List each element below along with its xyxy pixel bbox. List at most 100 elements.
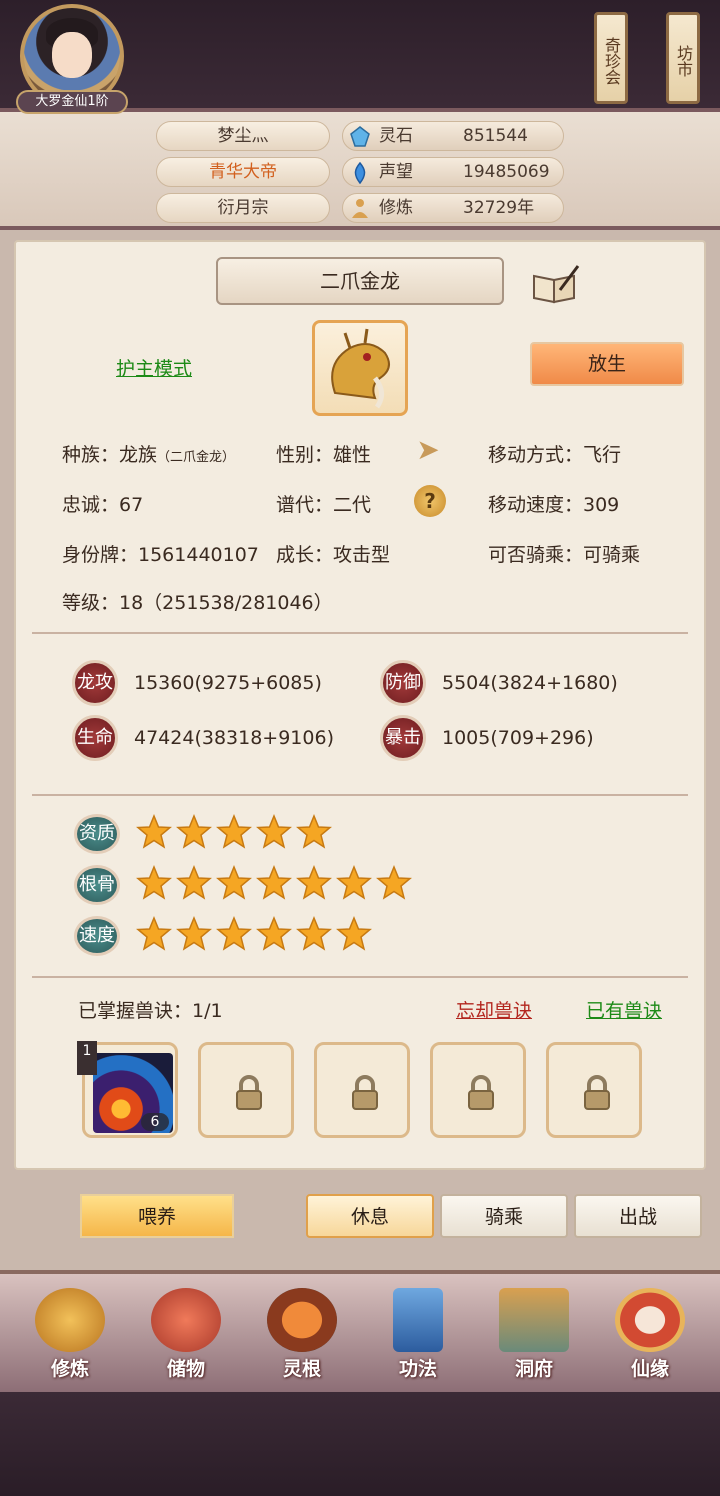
battle-button[interactable]: 出战 xyxy=(574,1194,702,1238)
generation-info: 谱代：二代 xyxy=(276,494,372,516)
owned-skills-link[interactable]: 已有兽诀 xyxy=(586,996,662,1023)
lock-icon xyxy=(236,1075,262,1110)
resource-label: 灵石 xyxy=(379,126,413,146)
release-button[interactable]: 放生 xyxy=(530,342,684,386)
player-name: 梦尘灬 xyxy=(156,121,330,151)
nav-label: 仙缘 xyxy=(630,1358,669,1380)
golden-dragon-icon xyxy=(331,328,390,409)
level-info: 等级：18（251538/281046） xyxy=(62,592,333,614)
pet-portrait xyxy=(312,320,408,416)
speed-stars xyxy=(136,916,372,956)
skill-level-badge: 1 xyxy=(77,1041,97,1075)
spirit-root-icon xyxy=(267,1288,337,1352)
star-icon xyxy=(376,865,412,901)
skill-slot-2[interactable] xyxy=(198,1042,294,1138)
resource-label: 声望 xyxy=(379,162,413,182)
nav-label: 储物 xyxy=(166,1358,205,1380)
race-detail: （二爪金龙） xyxy=(157,450,236,465)
skill-slot-1[interactable]: 1 6 xyxy=(77,1041,178,1138)
fate-gourd-icon xyxy=(615,1288,685,1352)
growth-info: 成长：攻击型 xyxy=(276,544,391,566)
market-button[interactable]: 坊市 xyxy=(666,12,700,104)
star-icon xyxy=(296,916,332,952)
star-icon xyxy=(336,865,372,901)
skill-slot-3[interactable] xyxy=(314,1042,410,1138)
nav-label: 功法 xyxy=(398,1358,437,1380)
star-icon xyxy=(176,814,212,850)
feed-button[interactable]: 喂养 xyxy=(80,1194,234,1238)
divider xyxy=(32,976,688,978)
avatar-face xyxy=(52,32,92,78)
star-icon xyxy=(136,916,172,952)
nav-label: 灵根 xyxy=(282,1358,321,1380)
attr-badge-bone: 根骨 xyxy=(74,865,120,905)
stat-value-attack: 15360(9275+6085) xyxy=(134,672,322,694)
lock-icon xyxy=(584,1075,610,1110)
race-text: 种族：龙族 xyxy=(62,444,158,466)
mastered-skills-count: 已掌握兽诀：1/1 xyxy=(78,1000,223,1022)
star-icon xyxy=(256,865,292,901)
lock-icon xyxy=(352,1075,378,1110)
cave-palace-icon xyxy=(499,1288,569,1352)
meditation-icon xyxy=(352,199,368,218)
race-info: 种族：龙族（二爪金龙） xyxy=(62,440,235,467)
gender-info: 性别：雄性 xyxy=(276,444,372,466)
player-title[interactable]: 青华大帝 xyxy=(156,157,330,187)
pet-name-banner: 二爪金龙 xyxy=(216,257,504,305)
star-icon xyxy=(256,916,292,952)
ride-button[interactable]: 骑乘 xyxy=(440,1194,568,1238)
star-icon xyxy=(216,916,252,952)
arrow-right-icon[interactable]: ➤ xyxy=(412,434,444,466)
divider xyxy=(32,632,688,634)
nav-cave[interactable]: 洞府 xyxy=(486,1288,582,1384)
stat-badge-defense: 防御 xyxy=(380,660,426,706)
rank-badge: 大罗金仙1阶 xyxy=(16,90,128,114)
nav-spirit-root[interactable]: 灵根 xyxy=(254,1288,350,1384)
stat-badge-attack: 龙攻 xyxy=(72,660,118,706)
loyalty-info: 忠诚：67 xyxy=(62,494,144,516)
skill-slot-5[interactable] xyxy=(546,1042,642,1138)
star-icon xyxy=(176,865,212,901)
resource-prestige: 声望 19485069 xyxy=(342,157,564,187)
guard-mode-link[interactable]: 护主模式 xyxy=(116,354,192,381)
stat-badge-hp: 生命 xyxy=(72,715,118,761)
attr-badge-speed: 速度 xyxy=(74,916,120,956)
resource-spirit-stone: 灵石 851544 xyxy=(342,121,564,151)
nav-techniques[interactable]: 功法 xyxy=(370,1288,466,1384)
aptitude-stars xyxy=(136,814,332,854)
player-sect[interactable]: 衍月宗 xyxy=(156,193,330,223)
nav-label: 修炼 xyxy=(50,1358,89,1380)
help-icon[interactable]: ? xyxy=(414,485,446,517)
nav-storage[interactable]: 储物 xyxy=(138,1288,234,1384)
resource-cultivation: 修炼 32729年 xyxy=(342,193,564,223)
star-icon xyxy=(216,814,252,850)
rideable-info: 可否骑乘：可骑乘 xyxy=(488,544,641,566)
attr-badge-aptitude: 资质 xyxy=(74,814,120,854)
stat-badge-crit: 暴击 xyxy=(380,715,426,761)
bottom-area xyxy=(0,1392,720,1496)
stat-value-crit: 1005(709+296) xyxy=(442,727,594,749)
lock-icon xyxy=(468,1075,494,1110)
forget-skill-link[interactable]: 忘却兽诀 xyxy=(456,996,532,1023)
resource-label: 修炼 xyxy=(379,198,413,218)
rest-button[interactable]: 休息 xyxy=(306,1194,434,1238)
star-icon xyxy=(136,865,172,901)
skill-slot-4[interactable] xyxy=(430,1042,526,1138)
treasure-auction-button[interactable]: 奇珍会 xyxy=(594,12,628,104)
resource-value: 32729年 xyxy=(463,198,535,218)
star-icon xyxy=(296,814,332,850)
stat-value-hp: 47424(38318+9106) xyxy=(134,727,334,749)
nav-label: 洞府 xyxy=(514,1358,553,1380)
star-icon xyxy=(336,916,372,952)
nav-fate[interactable]: 仙缘 xyxy=(602,1288,698,1384)
move-type-info: 移动方式：飞行 xyxy=(488,444,622,466)
star-icon xyxy=(296,865,332,901)
spirit-stone-icon xyxy=(350,126,370,147)
star-icon xyxy=(216,865,252,901)
storage-bag-icon xyxy=(151,1288,221,1352)
book-quill-icon[interactable] xyxy=(530,264,580,304)
nav-cultivation[interactable]: 修炼 xyxy=(22,1288,118,1384)
divider xyxy=(32,794,688,796)
cultivation-icon xyxy=(35,1288,105,1352)
bone-stars xyxy=(136,865,412,905)
